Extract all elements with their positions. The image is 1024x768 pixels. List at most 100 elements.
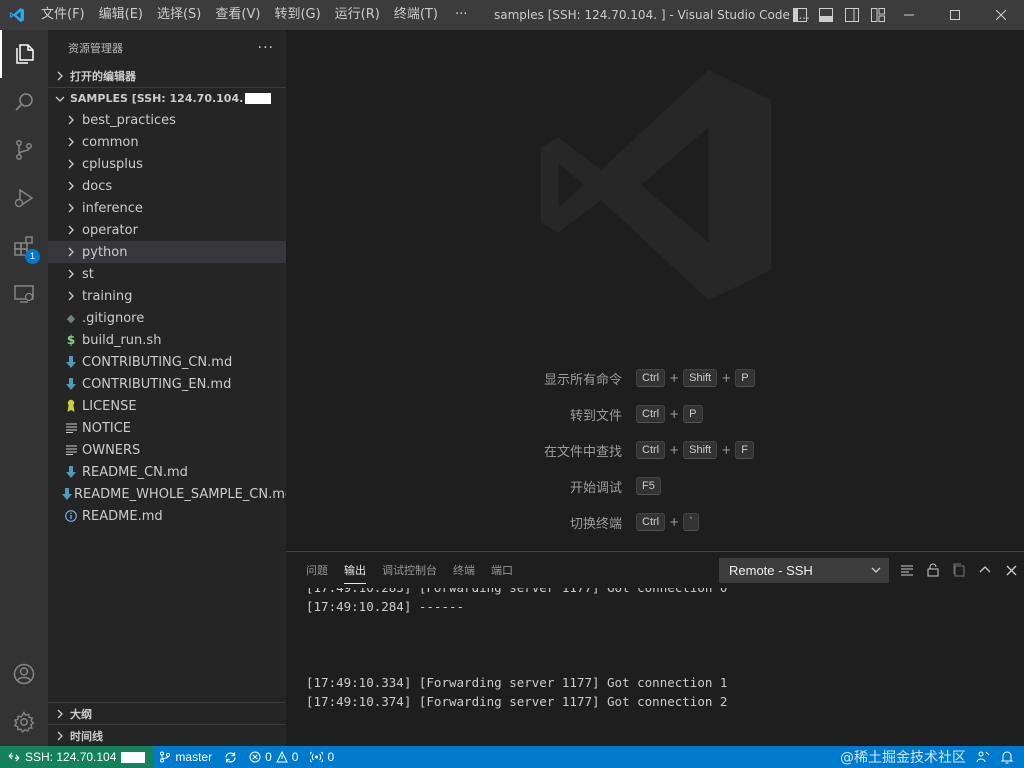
keycap: F xyxy=(735,441,754,459)
search-icon[interactable] xyxy=(0,78,48,126)
tree-file[interactable]: $ build_run.sh xyxy=(48,329,286,351)
open-editors-section[interactable]: 打开的编辑器 xyxy=(48,65,286,87)
sync-icon xyxy=(225,751,236,763)
shortcut-keys: Ctrl + P xyxy=(636,405,703,423)
feedback-icon[interactable] xyxy=(976,750,990,764)
extensions-icon[interactable]: 1 xyxy=(0,222,48,270)
key-separator: + xyxy=(669,443,680,457)
keycap: P xyxy=(683,405,703,423)
menu-run[interactable]: 运行(R) xyxy=(328,0,387,30)
explorer-more-button[interactable]: ··· xyxy=(258,40,274,56)
shortcut-label[interactable]: 在文件中查找 xyxy=(286,441,636,460)
explorer-icon[interactable] xyxy=(0,30,48,78)
tree-folder[interactable]: cplusplus xyxy=(48,153,286,175)
tree-item-label: README_CN.md xyxy=(82,464,188,480)
sync-indicator[interactable] xyxy=(218,746,243,768)
tab-debug-console[interactable]: 调试控制台 xyxy=(374,552,445,588)
tree-file[interactable]: NOTICE xyxy=(48,417,286,439)
shortcut-label[interactable]: 显示所有命令 xyxy=(286,369,636,388)
close-icon[interactable] xyxy=(978,0,1024,30)
tree-folder[interactable]: common xyxy=(48,131,286,153)
minimize-icon[interactable] xyxy=(886,0,932,30)
problems-indicator[interactable]: 0 0 xyxy=(243,746,304,768)
tree-folder[interactable]: training xyxy=(48,285,286,307)
tree-folder[interactable]: st xyxy=(48,263,286,285)
menu-edit[interactable]: 编辑(E) xyxy=(92,0,150,30)
tab-terminal[interactable]: 终端 xyxy=(445,552,483,588)
clear-output-icon[interactable] xyxy=(896,559,918,581)
key-separator: + xyxy=(669,407,680,421)
manage-gear-icon[interactable] xyxy=(0,698,48,746)
maximize-icon[interactable] xyxy=(932,0,978,30)
tree-file[interactable]: OWNERS xyxy=(48,439,286,461)
lock-scroll-icon[interactable] xyxy=(922,559,944,581)
tree-file[interactable]: CONTRIBUTING_EN.md xyxy=(48,373,286,395)
notifications-bell-icon[interactable] xyxy=(1000,750,1014,764)
maximize-panel-icon[interactable] xyxy=(974,559,996,581)
tab-ports[interactable]: 端口 xyxy=(483,552,521,588)
tree-file[interactable]: README_WHOLE_SAMPLE_CN.md xyxy=(48,483,293,505)
close-panel-icon[interactable] xyxy=(1000,559,1022,581)
shortcut-label[interactable]: 转到文件 xyxy=(286,405,636,424)
title-bar: 文件(F) 编辑(E) 选择(S) 查看(V) 转到(G) 运行(R) 终端(T… xyxy=(0,0,1024,30)
branch-label: master xyxy=(175,750,213,764)
tree-item-label: build_run.sh xyxy=(82,332,162,348)
menu-terminal[interactable]: 终端(T) xyxy=(387,0,445,30)
tree-file[interactable]: README_CN.md xyxy=(48,461,286,483)
toggle-secondary-sidebar-icon[interactable] xyxy=(840,0,864,30)
warning-count: 0 xyxy=(291,750,299,764)
tree-folder[interactable]: docs xyxy=(48,175,286,197)
chevron-right-icon xyxy=(52,71,68,81)
tree-item-label: inference xyxy=(82,200,143,216)
outline-label: 大纲 xyxy=(70,707,92,721)
tree-file[interactable]: LICENSE xyxy=(48,395,286,417)
menu-selection[interactable]: 选择(S) xyxy=(150,0,208,30)
remote-icon xyxy=(8,752,20,762)
toggle-primary-sidebar-icon[interactable] xyxy=(788,0,812,30)
panel-tabs: 问题 输出 调试控制台 终端 端口 Remote - SSH xyxy=(286,552,1024,588)
timeline-section[interactable]: 时间线 xyxy=(48,724,286,746)
accounts-icon[interactable] xyxy=(0,650,48,698)
error-count: 0 xyxy=(265,750,272,764)
source-control-icon[interactable] xyxy=(0,126,48,174)
tree-folder[interactable]: best_practices xyxy=(48,109,286,131)
remote-indicator[interactable]: SSH: 124.70.104 xyxy=(0,746,154,768)
toggle-panel-icon[interactable] xyxy=(814,0,838,30)
tree-file[interactable]: README.md xyxy=(48,505,286,527)
tree-file[interactable]: CONTRIBUTING_CN.md xyxy=(48,351,286,373)
keycap: Ctrl xyxy=(636,369,666,387)
chevron-right-icon xyxy=(62,285,80,307)
tree-file[interactable]: ◆ .gitignore xyxy=(48,307,286,329)
tab-problems[interactable]: 问题 xyxy=(298,552,336,588)
tab-output[interactable]: 输出 xyxy=(336,552,374,588)
remote-explorer-icon[interactable] xyxy=(0,270,48,318)
tree-item-label: common xyxy=(82,134,139,150)
tree-folder[interactable]: python xyxy=(48,241,286,263)
menu-go[interactable]: 转到(G) xyxy=(267,0,327,30)
tree-item-label: best_practices xyxy=(82,112,176,128)
ports-count: 0 xyxy=(327,750,335,764)
outline-section[interactable]: 大纲 xyxy=(48,702,286,724)
workspace-section[interactable]: SAMPLES [SSH: 124.70.104. xyxy=(48,87,286,109)
git-branch-icon xyxy=(160,751,171,763)
open-log-file-icon[interactable] xyxy=(948,559,970,581)
shortcut-row: 切换终端 Ctrl + ` xyxy=(286,504,1024,540)
tree-item-label: st xyxy=(82,266,94,282)
menu-more-button[interactable]: ··· xyxy=(445,0,477,30)
error-icon xyxy=(249,751,261,763)
tree-item-label: cplusplus xyxy=(82,156,143,172)
tree-folder[interactable]: inference xyxy=(48,197,286,219)
branch-indicator[interactable]: master xyxy=(153,746,218,768)
ports-indicator[interactable]: 0 xyxy=(304,746,340,768)
shortcut-label[interactable]: 开始调试 xyxy=(286,477,636,496)
tree-item-label: README.md xyxy=(82,508,163,524)
shortcut-label[interactable]: 切换终端 xyxy=(286,513,636,532)
menu-view[interactable]: 查看(V) xyxy=(208,0,267,30)
output-log[interactable]: [17:49:10.283] [Forwarding server 1177] … xyxy=(306,588,1006,747)
tree-item-label: python xyxy=(82,244,128,260)
run-debug-icon[interactable] xyxy=(0,174,48,222)
timeline-label: 时间线 xyxy=(70,729,103,743)
menu-file[interactable]: 文件(F) xyxy=(34,0,92,30)
tree-folder[interactable]: operator xyxy=(48,219,286,241)
output-channel-select[interactable]: Remote - SSH xyxy=(719,558,889,583)
